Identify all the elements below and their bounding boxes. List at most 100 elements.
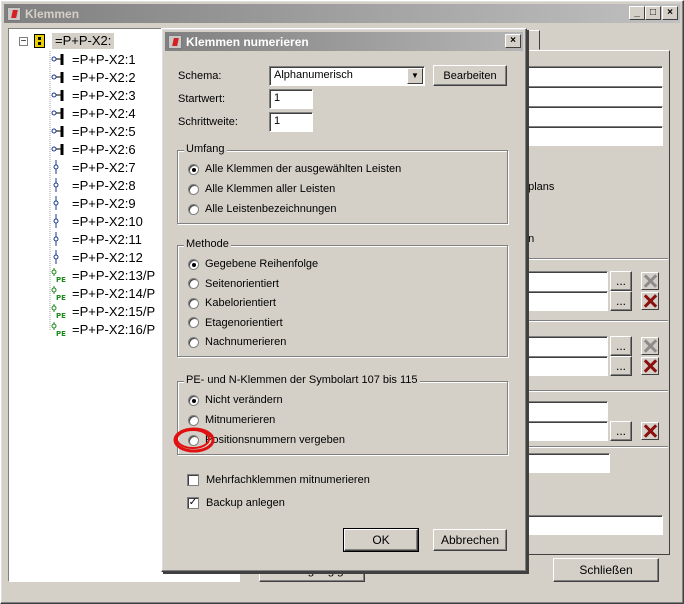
- browse-button-3[interactable]: ...: [610, 336, 632, 356]
- tree-item[interactable]: =P+P-X2:12: [50, 248, 143, 266]
- tree-item[interactable]: =P+P-X2:4: [50, 104, 136, 122]
- ok-button[interactable]: OK: [343, 528, 419, 552]
- tree-item-label: =P+P-X2:10: [72, 213, 143, 229]
- tree-item[interactable]: =P+P-X2:10: [50, 212, 143, 230]
- dialog-close-button[interactable]: ×: [505, 34, 521, 48]
- start-input-value: 1: [274, 92, 281, 104]
- tree-item-label: =P+P-X2:16/P: [72, 321, 156, 337]
- chevron-down-icon[interactable]: ▼: [407, 68, 423, 84]
- close-button[interactable]: ×: [662, 6, 678, 20]
- multi-terminals-box[interactable]: [187, 474, 199, 486]
- browse-button-5[interactable]: ...: [610, 421, 632, 441]
- browse-button-3-label: ...: [615, 339, 626, 353]
- cancel-button[interactable]: Abbrechen: [433, 529, 507, 551]
- tree-item-label: =P+P-X2:9: [72, 195, 136, 211]
- terminal-double-icon: [50, 105, 66, 121]
- radio-button[interactable]: [188, 278, 199, 289]
- radio-button[interactable]: [188, 317, 199, 328]
- path-field-1[interactable]: [520, 271, 608, 291]
- terminal-icon: [50, 231, 66, 247]
- method-option[interactable]: Seitenorientiert: [188, 278, 279, 290]
- svg-text:PE: PE: [56, 294, 66, 301]
- method-option[interactable]: Nachnumerieren: [188, 336, 286, 348]
- radio-button[interactable]: [188, 203, 199, 215]
- schema-label: Schema:: [178, 70, 222, 82]
- path-field-4[interactable]: [520, 356, 608, 376]
- start-input[interactable]: 1: [269, 89, 313, 109]
- radio-button[interactable]: [188, 336, 199, 348]
- path-field-3[interactable]: [520, 336, 608, 356]
- radio-button[interactable]: [188, 297, 199, 309]
- backup-box[interactable]: ✓: [187, 497, 199, 509]
- path-field-5[interactable]: [520, 401, 608, 421]
- delete-icon-2[interactable]: [641, 357, 659, 375]
- delete-icon-disabled-1[interactable]: [641, 272, 659, 290]
- tree-item-label: =P+P-X2:8: [72, 177, 136, 193]
- radio-button[interactable]: [188, 258, 199, 270]
- radio-button[interactable]: [188, 394, 199, 406]
- tree-item[interactable]: =P+P-X2:2: [50, 68, 136, 86]
- radio-label: Positionsnummern vergeben: [205, 434, 346, 446]
- radio-button[interactable]: [188, 163, 199, 175]
- dialog-close-glyph: ×: [510, 35, 516, 46]
- tree-collapse-toggle[interactable]: −: [19, 37, 28, 47]
- tree-item[interactable]: =P+P-X2:7: [50, 158, 136, 176]
- delete-icon-disabled-2[interactable]: [641, 337, 659, 355]
- pe-option[interactable]: Nicht verändern: [188, 394, 283, 406]
- svg-text:PE: PE: [56, 312, 66, 319]
- terminal-double-icon: [50, 141, 66, 157]
- path-field-2[interactable]: [520, 291, 608, 311]
- info-field-3[interactable]: [520, 106, 663, 126]
- scope-option[interactable]: Alle Klemmen der ausgewählten Leisten: [188, 163, 401, 175]
- edit-button[interactable]: Bearbeiten: [433, 65, 507, 86]
- comment-field[interactable]: [520, 515, 663, 535]
- multi-terminals-checkbox[interactable]: Mehrfachklemmen mitnumerieren: [187, 474, 370, 486]
- step-input[interactable]: 1: [269, 112, 313, 132]
- method-option[interactable]: Etagenorientiert: [188, 317, 283, 329]
- dialog-titlebar[interactable]: Klemmen numerieren ×: [165, 32, 523, 51]
- info-field-4[interactable]: [520, 126, 663, 146]
- delete-icon-1[interactable]: [641, 292, 659, 310]
- tree-item[interactable]: PE =P+P-X2:16/P: [50, 320, 155, 338]
- tree-item[interactable]: =P+P-X2:8: [50, 176, 136, 194]
- minimize-button[interactable]: _: [629, 6, 645, 20]
- browse-button-4[interactable]: ...: [610, 356, 632, 376]
- info-field-2[interactable]: [520, 86, 663, 106]
- method-option[interactable]: Gegebene Reihenfolge: [188, 258, 318, 270]
- tree-item[interactable]: =P+P-X2:6: [50, 140, 136, 158]
- tree-item[interactable]: PE =P+P-X2:15/P: [50, 302, 155, 320]
- step-label: Schrittweite:: [178, 116, 238, 128]
- main-titlebar[interactable]: Klemmen _ □ ×: [4, 4, 680, 23]
- backup-checkbox[interactable]: ✓ Backup anlegen: [187, 497, 285, 509]
- tree-item-label: =P+P-X2:4: [72, 105, 136, 121]
- delete-icon-3[interactable]: [641, 422, 659, 440]
- tree-root-label[interactable]: =P+P-X2:: [52, 33, 115, 49]
- tree-item[interactable]: PE =P+P-X2:13/P: [50, 266, 155, 284]
- path-field-6[interactable]: [520, 421, 608, 441]
- method-option[interactable]: Kabelorientiert: [188, 297, 276, 309]
- path-field-7[interactable]: [520, 453, 610, 473]
- maximize-button[interactable]: □: [645, 6, 661, 20]
- pe-group: PE- und N-Klemmen der Symbolart 107 bis …: [177, 374, 508, 455]
- tree-item[interactable]: =P+P-X2:1: [50, 50, 136, 68]
- tree-item-label: =P+P-X2:11: [72, 231, 142, 247]
- browse-button-2[interactable]: ...: [610, 291, 632, 311]
- tree-item-label: =P+P-X2:14/P: [72, 285, 156, 301]
- scope-option[interactable]: Alle Klemmen aller Leisten: [188, 183, 335, 195]
- tree-item[interactable]: =P+P-X2:3: [50, 86, 136, 104]
- app-icon: [7, 6, 21, 21]
- browse-button-1[interactable]: ...: [610, 271, 632, 291]
- tree-item[interactable]: =P+P-X2:5: [50, 122, 136, 140]
- radio-button[interactable]: [188, 183, 199, 195]
- close-main-button[interactable]: Schließen: [553, 558, 659, 582]
- info-field-1[interactable]: [520, 66, 663, 86]
- scope-option[interactable]: Alle Leistenbezeichnungen: [188, 203, 337, 215]
- schema-select[interactable]: Alphanumerisch ▼: [269, 66, 425, 86]
- tree-item-label: =P+P-X2:5: [72, 123, 136, 139]
- tree-item[interactable]: PE =P+P-X2:14/P: [50, 284, 155, 302]
- tree-item-label: =P+P-X2:12: [72, 249, 143, 265]
- tree-item[interactable]: =P+P-X2:9: [50, 194, 136, 212]
- terminal-double-icon: [50, 123, 66, 139]
- pe-group-title: PE- und N-Klemmen der Symbolart 107 bis …: [184, 374, 420, 386]
- tree-item[interactable]: =P+P-X2:11: [50, 230, 142, 248]
